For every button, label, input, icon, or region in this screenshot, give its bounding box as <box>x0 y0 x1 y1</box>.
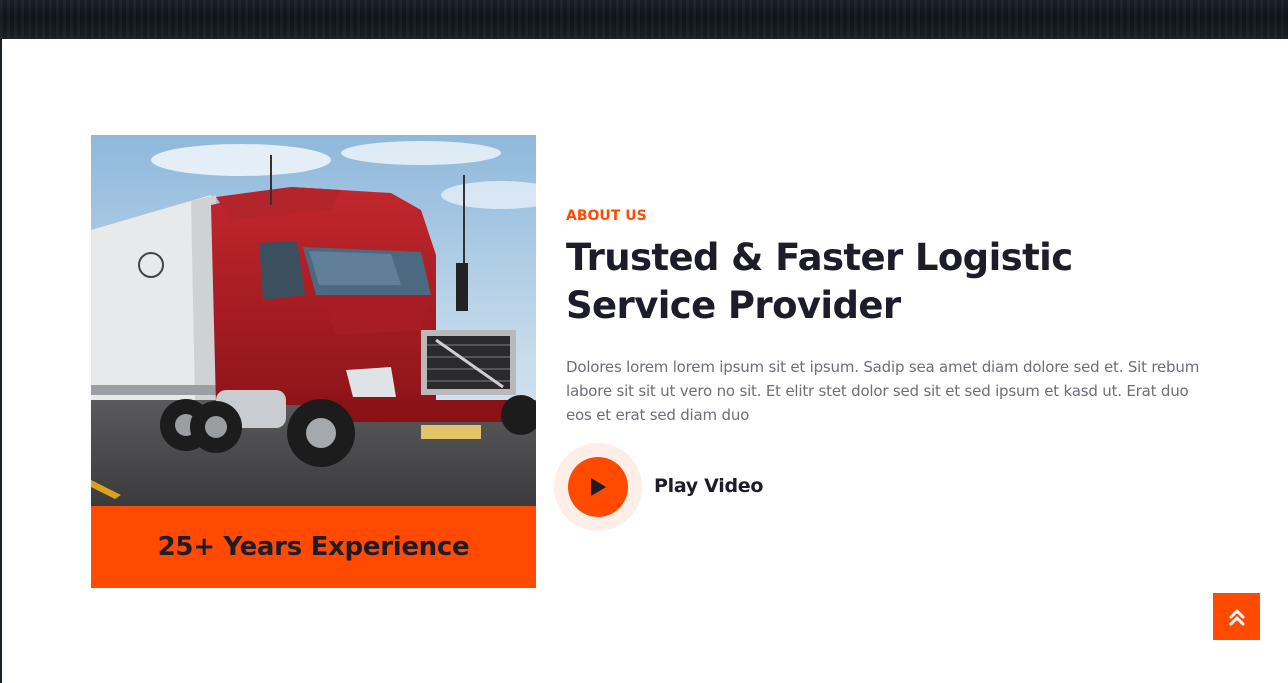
play-icon <box>591 478 606 496</box>
play-button-circle[interactable] <box>568 457 628 517</box>
section-description: Dolores lorem lorem ipsum sit et ipsum. … <box>566 358 1200 424</box>
truck-photo <box>91 135 536 506</box>
experience-text: 25+ Years Experience <box>157 532 470 562</box>
heading-line-1: Trusted & Faster Logistic <box>566 236 1073 279</box>
page-left-edge <box>0 39 2 683</box>
section-heading: Trusted & Faster Logistic Service Provid… <box>566 234 1186 330</box>
heading-line-2: Service Provider <box>566 284 901 327</box>
experience-banner: 25+ Years Experience <box>91 506 536 588</box>
top-banner-strip <box>0 0 1288 39</box>
scroll-to-top-button[interactable] <box>1213 593 1260 640</box>
double-chevron-up-icon <box>1229 609 1244 625</box>
play-video-button[interactable] <box>554 443 642 531</box>
play-video-label[interactable]: Play Video <box>654 475 763 497</box>
section-label: ABOUT US <box>566 208 647 224</box>
